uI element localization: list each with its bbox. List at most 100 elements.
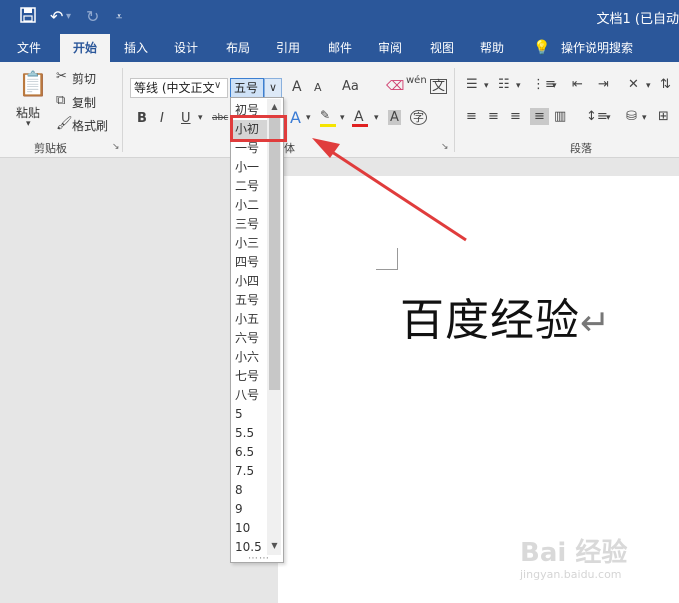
clear-formatting-icon[interactable]: ⌫ bbox=[386, 80, 404, 93]
redo-icon[interactable]: ↻ bbox=[86, 7, 99, 26]
format-painter-button[interactable]: 格式刷 bbox=[72, 117, 108, 134]
ribbon-tabs: 文件 开始 插入 设计 布局 引用 邮件 审阅 视图 帮助 💡 操作说明搜索 bbox=[0, 34, 679, 62]
bullets-icon[interactable]: ☰ bbox=[466, 78, 478, 91]
font-name-dropdown-icon[interactable]: ∨ bbox=[214, 81, 221, 91]
font-size-option[interactable]: 七号 bbox=[235, 367, 259, 386]
scroll-up-arrow-icon[interactable]: ▲ bbox=[268, 100, 281, 114]
sort-icon[interactable]: ⇅ bbox=[660, 78, 671, 91]
format-painter-icon[interactable]: 🖌 bbox=[56, 117, 73, 130]
font-size-option[interactable]: 6.5 bbox=[235, 443, 254, 462]
paragraph-group-label: 段落 bbox=[570, 142, 592, 155]
font-color-icon[interactable]: A bbox=[354, 110, 364, 124]
resize-grip-icon[interactable]: ⋯⋯ bbox=[248, 553, 270, 564]
paste-dropdown-icon[interactable]: ▾ bbox=[26, 120, 31, 129]
font-size-option[interactable]: 六号 bbox=[235, 329, 259, 348]
font-size-option[interactable]: 小一 bbox=[235, 158, 259, 177]
font-size-option[interactable]: 小三 bbox=[235, 234, 259, 253]
undo-dropdown-icon[interactable]: ▾ bbox=[66, 11, 71, 22]
chinese-layout-icon[interactable]: ✕ bbox=[628, 78, 639, 91]
tab-home[interactable]: 开始 bbox=[60, 34, 110, 62]
font-size-combo[interactable]: 五号 bbox=[230, 78, 264, 98]
margin-corner-mark bbox=[376, 248, 398, 270]
cut-button[interactable]: 剪切 bbox=[72, 70, 96, 87]
font-size-dropdown-button[interactable]: ∨ bbox=[264, 78, 282, 98]
change-case-icon[interactable]: Aa bbox=[342, 80, 359, 93]
font-size-option[interactable]: 7.5 bbox=[235, 462, 254, 481]
document-text[interactable]: 百度经验↵ bbox=[400, 284, 611, 348]
scrollbar-thumb[interactable] bbox=[269, 118, 280, 390]
undo-icon[interactable]: ↶ bbox=[50, 7, 63, 26]
bullets-dropdown-icon[interactable]: ▾ bbox=[484, 82, 489, 91]
line-spacing-dropdown-icon[interactable]: ▾ bbox=[606, 114, 611, 123]
shading-dropdown-icon[interactable]: ▾ bbox=[642, 114, 647, 123]
tab-insert[interactable]: 插入 bbox=[114, 34, 158, 62]
save-icon[interactable] bbox=[20, 7, 36, 27]
font-color-dropdown-icon[interactable]: ▾ bbox=[374, 114, 379, 123]
tab-layout[interactable]: 布局 bbox=[216, 34, 260, 62]
watermark-logo: Bai 经验 bbox=[520, 538, 628, 568]
font-size-option[interactable]: 小五 bbox=[235, 310, 259, 329]
grow-font-icon[interactable]: A bbox=[292, 80, 302, 94]
tab-help[interactable]: 帮助 bbox=[470, 34, 514, 62]
watermark-url: jingyan.baidu.com bbox=[520, 568, 622, 581]
font-size-option[interactable]: 二号 bbox=[235, 177, 259, 196]
bold-button[interactable]: B bbox=[137, 112, 147, 125]
highlight-icon[interactable]: ✎ bbox=[320, 109, 330, 121]
clipboard-launcher-icon[interactable]: ↘ bbox=[112, 142, 120, 152]
font-name-value: 等线 (中文正文 bbox=[134, 81, 215, 95]
text-effects-dropdown-icon[interactable]: ▾ bbox=[306, 114, 311, 123]
font-size-option[interactable]: 三号 bbox=[235, 215, 259, 234]
scissors-icon[interactable]: ✂ bbox=[56, 70, 67, 83]
font-size-option[interactable]: 小二 bbox=[235, 196, 259, 215]
decrease-indent-icon[interactable]: ⇤ bbox=[572, 78, 583, 91]
strikethrough-button[interactable]: abc bbox=[212, 114, 228, 123]
character-border-icon[interactable]: 文 bbox=[430, 79, 448, 94]
font-size-option[interactable]: 八号 bbox=[235, 386, 259, 405]
highlight-dropdown-icon[interactable]: ▾ bbox=[340, 114, 345, 123]
increase-indent-icon[interactable]: ⇥ bbox=[598, 78, 609, 91]
font-size-option[interactable]: 四号 bbox=[235, 253, 259, 272]
font-size-option[interactable]: 小四 bbox=[235, 272, 259, 291]
font-size-option[interactable]: 9 bbox=[235, 500, 243, 519]
tab-review[interactable]: 审阅 bbox=[368, 34, 412, 62]
copy-button[interactable]: 复制 bbox=[72, 94, 96, 111]
scroll-down-arrow-icon[interactable]: ▼ bbox=[268, 539, 281, 553]
tab-view[interactable]: 视图 bbox=[420, 34, 464, 62]
phonetic-guide-icon[interactable]: wén bbox=[406, 76, 427, 86]
text-effects-icon[interactable]: A bbox=[290, 110, 301, 126]
tell-me-search[interactable]: 操作说明搜索 bbox=[556, 34, 638, 62]
numbering-dropdown-icon[interactable]: ▾ bbox=[516, 82, 521, 91]
italic-button[interactable]: I bbox=[160, 112, 164, 125]
tab-file[interactable]: 文件 bbox=[6, 34, 52, 62]
font-launcher-icon[interactable]: ↘ bbox=[441, 142, 449, 152]
paste-icon[interactable]: 📋 bbox=[18, 72, 48, 96]
borders-icon[interactable]: ⊞ bbox=[658, 110, 669, 123]
character-shading-icon[interactable]: A bbox=[388, 110, 401, 125]
align-right-icon[interactable]: ≡ bbox=[510, 110, 521, 123]
justify-icon[interactable]: ≡ bbox=[530, 108, 549, 125]
font-size-option[interactable]: 8 bbox=[235, 481, 243, 500]
chinese-layout-dropdown-icon[interactable]: ▾ bbox=[646, 82, 651, 91]
font-size-option[interactable]: 10 bbox=[235, 519, 250, 538]
align-left-icon[interactable]: ≡ bbox=[466, 110, 477, 123]
font-size-value: 五号 bbox=[234, 81, 259, 95]
align-center-icon[interactable]: ≡ bbox=[488, 110, 499, 123]
numbering-icon[interactable]: ☷ bbox=[498, 78, 510, 91]
font-size-option[interactable]: 五号 bbox=[235, 291, 259, 310]
shrink-font-icon[interactable]: A bbox=[314, 82, 322, 93]
shading-icon[interactable]: ⛁ bbox=[626, 110, 637, 123]
copy-icon[interactable]: ⧉ bbox=[56, 94, 65, 107]
underline-dropdown-icon[interactable]: ▾ bbox=[198, 114, 203, 123]
font-size-option[interactable]: 5 bbox=[235, 405, 243, 424]
tab-design[interactable]: 设计 bbox=[164, 34, 208, 62]
multilevel-dropdown-icon[interactable]: ▾ bbox=[552, 82, 557, 91]
underline-button[interactable]: U bbox=[181, 112, 191, 125]
distributed-icon[interactable]: ▥ bbox=[554, 110, 566, 123]
tab-mailings[interactable]: 邮件 bbox=[318, 34, 362, 62]
customize-qat-icon[interactable]: ⩡ bbox=[116, 10, 122, 24]
font-size-option[interactable]: 5.5 bbox=[235, 424, 254, 443]
tab-references[interactable]: 引用 bbox=[266, 34, 310, 62]
font-size-option[interactable]: 小六 bbox=[235, 348, 259, 367]
line-spacing-icon[interactable]: ↕≡ bbox=[586, 110, 608, 123]
enclose-characters-icon[interactable]: 字 bbox=[410, 110, 427, 125]
